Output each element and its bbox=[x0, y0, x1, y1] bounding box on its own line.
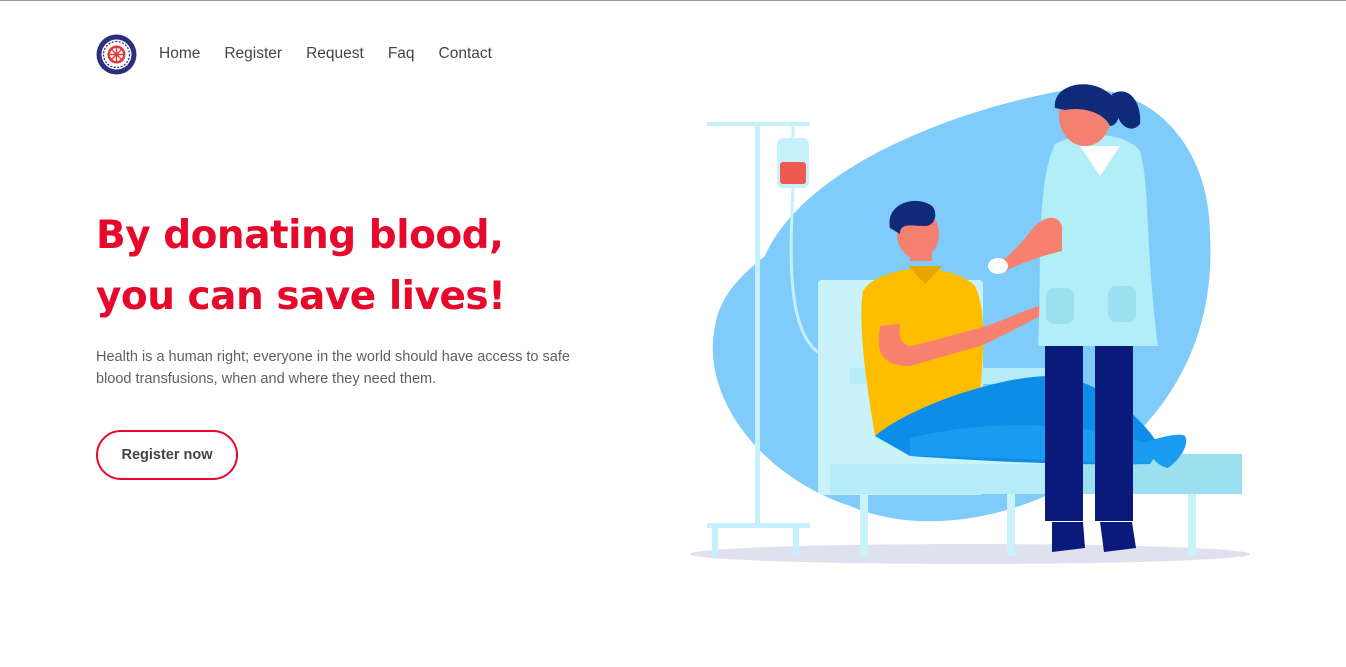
nav-request[interactable]: Request bbox=[306, 45, 364, 63]
top-border bbox=[0, 0, 1346, 1]
hero-description: Health is a human right; everyone in the… bbox=[96, 349, 570, 387]
hero-title: By donating blood, you can save lives! bbox=[96, 205, 506, 327]
blood-bank-logo-icon[interactable] bbox=[96, 34, 137, 75]
hero-title-line-2: you can save lives! bbox=[96, 274, 506, 319]
nav-contact[interactable]: Contact bbox=[439, 45, 492, 63]
nav-register[interactable]: Register bbox=[224, 45, 282, 63]
register-now-button[interactable]: Register now bbox=[96, 430, 238, 480]
blood-donation-illustration bbox=[690, 84, 1250, 564]
nav-faq[interactable]: Faq bbox=[388, 45, 415, 63]
hero-title-line-1: By donating blood, bbox=[96, 213, 504, 258]
main-nav: Home Register Request Faq Contact bbox=[96, 33, 516, 75]
nav-home[interactable]: Home bbox=[159, 45, 200, 63]
